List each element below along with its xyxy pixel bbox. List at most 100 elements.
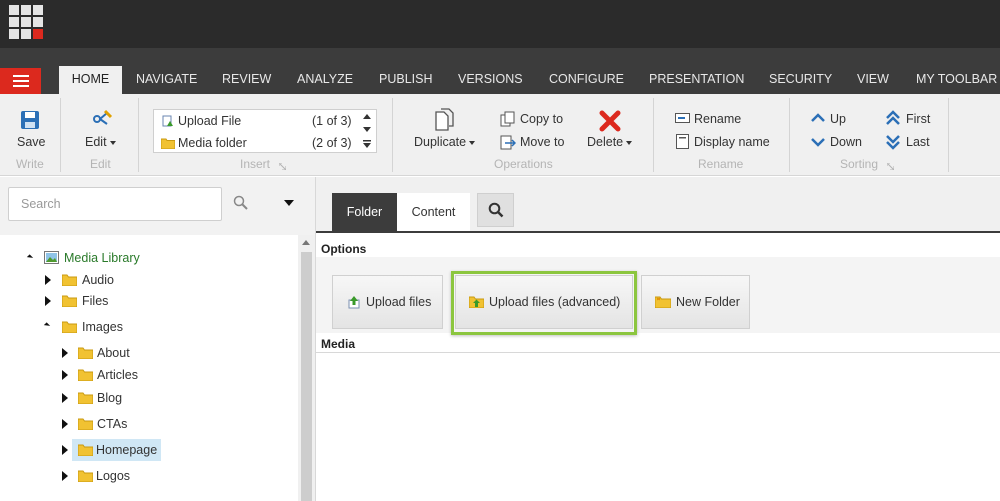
move-to-button[interactable]: Move to [500, 133, 570, 151]
tree-item-logos[interactable]: Logos [96, 465, 130, 487]
sort-first-button[interactable]: First [885, 110, 935, 128]
search-icon [488, 202, 504, 218]
app-grid-icon[interactable] [9, 5, 43, 39]
tab-folder[interactable]: Folder [332, 193, 397, 231]
tree-item-audio[interactable]: Audio [82, 269, 114, 291]
edit-button[interactable]: Edit [82, 108, 122, 149]
hamburger-menu-icon[interactable] [0, 68, 41, 94]
tree-item-images[interactable]: Images [82, 316, 123, 338]
editor-tabstrip: Folder Content [316, 177, 1000, 233]
duplicate-button[interactable]: Duplicate [410, 108, 480, 150]
group-label-sorting: Sorting [840, 157, 879, 171]
folder-icon [62, 274, 77, 286]
new-folder-button[interactable]: New Folder [641, 275, 750, 329]
upload-file-icon [162, 115, 173, 127]
tree-item-homepage[interactable]: Homepage [72, 439, 161, 461]
ribbon: Save Write Edit Edit Upload File (1 of 3… [0, 94, 1000, 176]
delete-button[interactable]: Delete [584, 108, 640, 150]
tab-view[interactable]: VIEW [857, 66, 889, 94]
edit-icon [93, 109, 113, 125]
scroll-up-arrow-icon [302, 240, 310, 245]
save-icon [21, 111, 39, 129]
expand-icon[interactable] [45, 296, 51, 306]
tree-item-media-library[interactable]: Media Library [64, 247, 140, 269]
copy-to-icon [500, 111, 515, 127]
tree-item-articles[interactable]: Articles [97, 364, 138, 386]
arrow-up-icon [811, 113, 825, 122]
display-name-icon [676, 134, 689, 149]
top-bar [0, 0, 1000, 48]
search-input[interactable]: Search [8, 187, 222, 221]
tab-home[interactable]: HOME [59, 66, 122, 94]
expand-icon[interactable] [45, 275, 51, 285]
folder-icon [78, 444, 93, 456]
search-tab-button[interactable] [477, 193, 514, 227]
chevron-down-icon[interactable] [284, 200, 294, 206]
sort-last-button[interactable]: Last [885, 133, 935, 151]
chevron-down-icon [363, 127, 371, 132]
folder-icon [78, 369, 93, 381]
expand-list-icon [363, 140, 371, 148]
expand-icon[interactable] [62, 445, 68, 455]
group-label-write: Write [16, 157, 44, 171]
collapse-icon[interactable] [26, 254, 34, 261]
tab-my-toolbar[interactable]: MY TOOLBAR [916, 66, 997, 94]
save-button[interactable]: Save [8, 108, 52, 149]
search-icon[interactable] [233, 195, 249, 211]
tab-analyze[interactable]: ANALYZE [297, 66, 353, 94]
duplicate-icon [435, 108, 454, 131]
tree-item-ctas[interactable]: CTAs [97, 413, 127, 435]
upload-files-button[interactable]: Upload files [332, 275, 443, 329]
group-label-edit: Edit [90, 157, 111, 171]
media-library-icon [44, 251, 59, 264]
dialog-launcher-icon[interactable] [279, 163, 286, 170]
collapse-icon[interactable] [43, 322, 51, 329]
tree-scrollbar-thumb[interactable] [301, 252, 312, 501]
insert-item-media-folder[interactable]: Media folder (2 of 3) [154, 133, 359, 153]
tab-publish[interactable]: PUBLISH [379, 66, 433, 94]
nav-bar: HOME NAVIGATE REVIEW ANALYZE PUBLISH VER… [0, 48, 1000, 94]
tab-configure[interactable]: CONFIGURE [549, 66, 624, 94]
tree-item-files[interactable]: Files [82, 290, 108, 312]
dialog-launcher-icon[interactable] [887, 163, 894, 170]
insert-item-upload-file[interactable]: Upload File (1 of 3) [154, 111, 359, 131]
options-heading: Options [321, 242, 367, 256]
display-name-button[interactable]: Display name [675, 133, 775, 151]
tab-presentation[interactable]: PRESENTATION [649, 66, 744, 94]
tab-review[interactable]: REVIEW [222, 66, 271, 94]
insert-options-list: Upload File (1 of 3) Media folder (2 of … [153, 109, 377, 153]
group-label-rename: Rename [698, 157, 744, 171]
folder-icon [62, 321, 77, 333]
expand-icon[interactable] [62, 393, 68, 403]
content-tree-panel: Search Media Library Audio Files Images … [0, 177, 316, 501]
expand-icon[interactable] [62, 471, 68, 481]
rename-button[interactable]: Rename [675, 110, 755, 128]
tab-content[interactable]: Content [397, 193, 470, 231]
new-folder-icon [655, 296, 671, 308]
group-label-operations: Operations [494, 157, 553, 171]
chevron-up-icon [363, 114, 371, 119]
double-arrow-up-icon [886, 110, 900, 125]
media-heading: Media [321, 337, 356, 351]
tree-item-about[interactable]: About [97, 342, 130, 364]
folder-icon [78, 392, 93, 404]
folder-icon [78, 470, 93, 482]
sort-up-button[interactable]: Up [810, 110, 860, 128]
tab-security[interactable]: SECURITY [769, 66, 832, 94]
sort-down-button[interactable]: Down [810, 133, 870, 151]
arrow-down-icon [811, 138, 825, 147]
expand-icon[interactable] [62, 348, 68, 358]
folder-icon [161, 138, 175, 149]
copy-to-button[interactable]: Copy to [500, 110, 570, 128]
tree-item-blog[interactable]: Blog [97, 387, 122, 409]
highlight-frame [451, 271, 637, 335]
group-label-insert: Insert [240, 157, 271, 171]
expand-icon[interactable] [62, 370, 68, 380]
media-tree: Media Library Audio Files Images About A… [0, 235, 298, 501]
folder-icon [78, 418, 93, 430]
tab-versions[interactable]: VERSIONS [458, 66, 523, 94]
folder-editor-panel: Folder Content Options Upload files Uplo… [316, 177, 1000, 501]
expand-icon[interactable] [62, 419, 68, 429]
insert-list-scroller[interactable] [358, 110, 376, 152]
tab-navigate[interactable]: NAVIGATE [136, 66, 197, 94]
